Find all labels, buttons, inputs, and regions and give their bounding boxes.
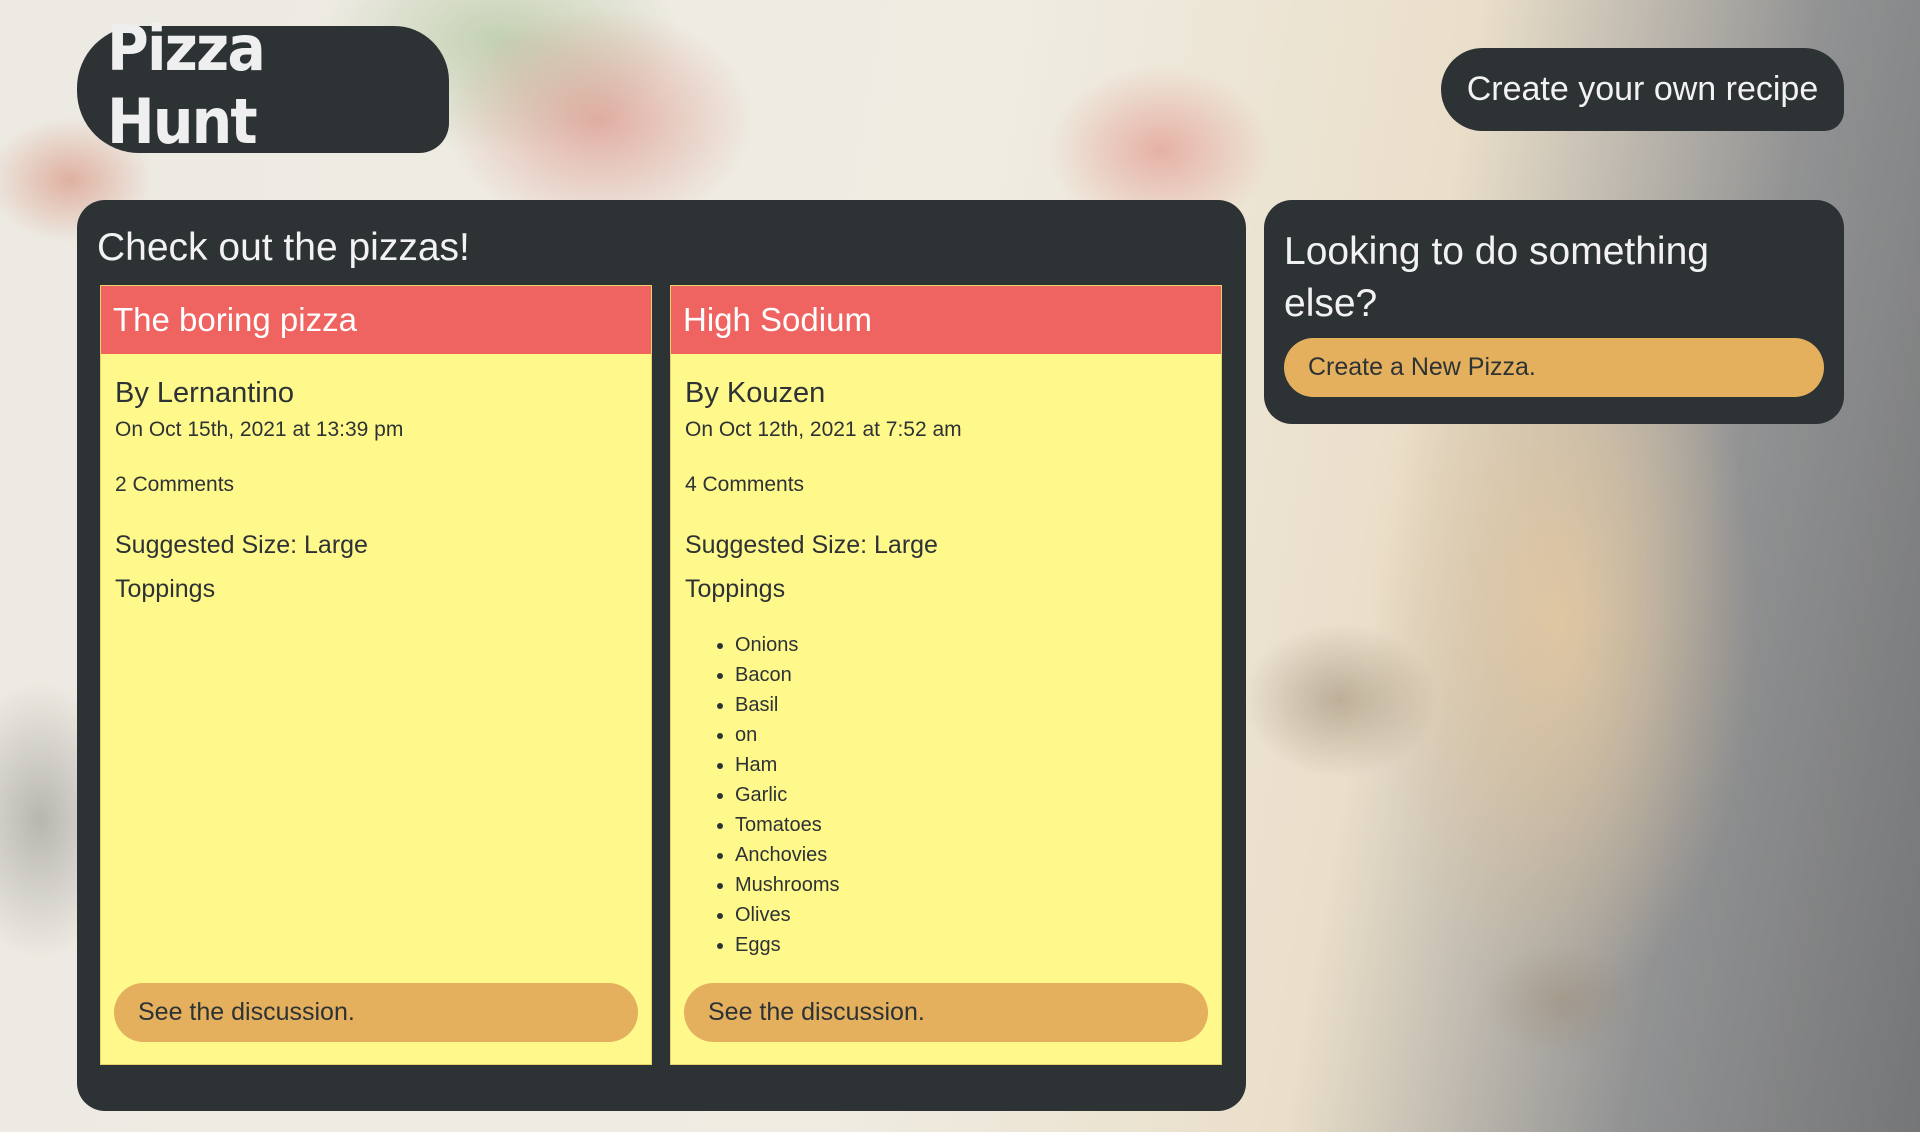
topping-item: Onions <box>735 630 1207 660</box>
topping-item: Mushrooms <box>735 870 1207 900</box>
pizza-date: On Oct 12th, 2021 at 7:52 am <box>685 418 962 441</box>
brand-title[interactable]: Pizza Hunt <box>107 12 422 158</box>
toppings-label: Toppings <box>685 575 786 603</box>
topping-item: Eggs <box>735 930 1207 960</box>
topping-item: on <box>735 720 1207 750</box>
pizza-comment-count: 2 Comments <box>115 473 235 496</box>
brand-logo[interactable]: Pizza Hunt <box>77 12 449 158</box>
pizza-list-panel: Check out the pizzas! The boring pizza B… <box>77 200 1246 1111</box>
pizza-suggested-size: Suggested Size: Large <box>115 531 368 559</box>
pizza-suggested-size: Suggested Size: Large <box>685 531 938 559</box>
toppings-list: Onions Bacon Basil on Ham Garlic Tomatoe… <box>685 630 1207 960</box>
pizza-comment-count: 4 Comments <box>685 473 805 496</box>
actions-panel: Looking to do something else? Create a N… <box>1264 200 1844 424</box>
topping-item: Tomatoes <box>735 810 1207 840</box>
pizza-card-title: The boring pizza <box>101 286 651 354</box>
pizza-list-heading: Check out the pizzas! <box>97 226 470 269</box>
create-recipe-link[interactable]: Create your own recipe <box>1441 48 1844 131</box>
toppings-label: Toppings <box>115 575 216 603</box>
pizza-card: The boring pizza By Lernantino On Oct 15… <box>100 285 652 1065</box>
topping-item: Garlic <box>735 780 1207 810</box>
pizza-card-body: By Lernantino On Oct 15th, 2021 at 13:39… <box>101 376 651 604</box>
topping-item: Olives <box>735 900 1207 930</box>
pizza-author: By Lernantino <box>115 377 294 409</box>
pizza-card-title: High Sodium <box>671 286 1221 354</box>
pizza-author: By Kouzen <box>685 377 826 409</box>
topping-item: Basil <box>735 690 1207 720</box>
actions-heading: Looking to do something else? <box>1284 230 1709 325</box>
pizza-card-body: By Kouzen On Oct 12th, 2021 at 7:52 am 4… <box>671 376 1221 960</box>
see-discussion-button[interactable]: See the discussion. <box>114 983 638 1042</box>
pizza-date: On Oct 15th, 2021 at 13:39 pm <box>115 418 404 441</box>
pizza-card: High Sodium By Kouzen On Oct 12th, 2021 … <box>670 285 1222 1065</box>
see-discussion-button[interactable]: See the discussion. <box>684 983 1208 1042</box>
topping-item: Anchovies <box>735 840 1207 870</box>
create-new-pizza-button[interactable]: Create a New Pizza. <box>1284 338 1824 397</box>
topping-item: Ham <box>735 750 1207 780</box>
topping-item: Bacon <box>735 660 1207 690</box>
